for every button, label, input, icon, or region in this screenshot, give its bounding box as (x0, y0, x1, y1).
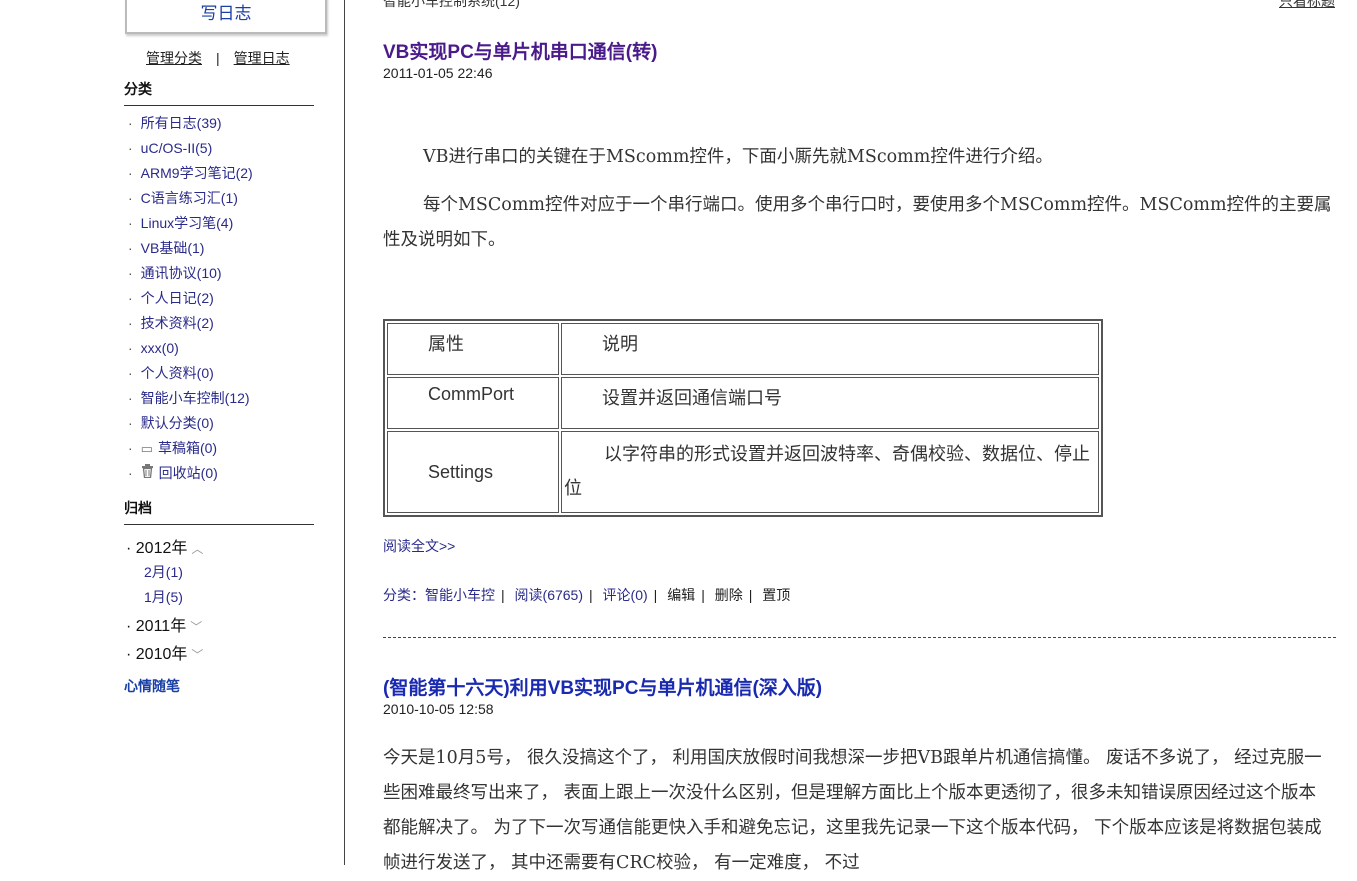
category-item[interactable]: · 技术资料(2) (128, 314, 253, 339)
category-item[interactable]: · 个人资料(0) (128, 364, 253, 389)
category-item[interactable]: · 默认分类(0) (128, 414, 253, 439)
archive-month-feb[interactable]: 2月(1) (144, 562, 183, 582)
table-header-cell: 属性 (387, 323, 559, 375)
cutoff-category-text: 智能小车控制系统(12) (383, 0, 520, 9)
manage-category-link[interactable]: 管理分类 (146, 50, 202, 66)
archive-month-jan[interactable]: 1月(5) (144, 587, 183, 607)
post-paragraph: VB进行串口的关键在于MScomm控件，下面小厮先就MScomm控件进行介绍。 (423, 147, 1053, 167)
category-item[interactable]: · 通讯协议(10) (128, 264, 253, 289)
chevron-down-icon: ﹀ (191, 648, 204, 662)
column-divider (344, 0, 345, 865)
post-divider (383, 637, 1336, 638)
edit-link[interactable]: 编辑 (667, 587, 695, 603)
category-item[interactable]: · 个人日记(2) (128, 289, 253, 314)
table-cell: 以字符串的形式设置并返回波特率、奇偶校验、数据位、停止位 (561, 431, 1099, 513)
category-item[interactable]: · C语言练习汇(1) (128, 189, 253, 214)
write-log-button[interactable]: 写日志 (125, 0, 327, 34)
archive-title: 归档 (124, 498, 314, 525)
table-row: Settings 以字符串的形式设置并返回波特率、奇偶校验、数据位、停止位 (387, 431, 1099, 513)
manage-log-link[interactable]: 管理日志 (234, 50, 290, 66)
post-title[interactable]: (智能第十六天)利用VB实现PC与单片机通信(深入版) (383, 673, 822, 700)
table-cell: Settings (387, 431, 559, 513)
category-item[interactable]: · Linux学习笔(4) (128, 214, 253, 239)
read-count: 阅读(6765) (514, 587, 583, 603)
post-date: 2011-01-05 22:46 (383, 65, 493, 81)
pin-link[interactable]: 置顶 (762, 587, 790, 603)
table-row: CommPort 设置并返回通信端口号 (387, 377, 1099, 429)
post-paragraph: 每个MSComm控件对应于一个串行端口。使用多个串行口时，要使用多个MSComm… (383, 195, 1332, 250)
table-header-cell: 说明 (561, 323, 1099, 375)
archive-year-2011[interactable]: · 2011年 ﹀ (126, 612, 202, 636)
title-only-link[interactable]: 只看标题 (1279, 0, 1335, 11)
category-prefix: 分类： (383, 587, 425, 603)
category-item-drafts[interactable]: · ▭ 草稿箱(0) (128, 439, 253, 464)
delete-link[interactable]: 删除 (715, 587, 743, 603)
category-item[interactable]: · VB基础(1) (128, 239, 253, 264)
comments-link[interactable]: 评论(0) (603, 587, 648, 603)
mood-notes-link[interactable]: 心情随笔 (124, 676, 180, 696)
manage-links: 管理分类 | 管理日志 (146, 48, 290, 68)
table-cell: CommPort (387, 377, 559, 429)
category-list: · 所有日志(39) · uC/OS-II(5) · ARM9学习笔记(2) · C语言… (128, 114, 253, 489)
draft-box-icon: ▭ (140, 441, 153, 456)
category-item[interactable]: · 智能小车控制(12) (128, 389, 253, 414)
chevron-up-icon: ︿ (191, 542, 204, 556)
table-header-row: 属性 说明 (387, 323, 1099, 375)
categories-title: 分类 (124, 79, 314, 106)
table-cell: 设置并返回通信端口号 (561, 377, 1099, 429)
sidebar: 写日志 管理分类 | 管理日志 分类 · 所有日志(39) · uC/OS-II(5) … (0, 0, 344, 865)
post-paragraph: 今天是10月5号， 很久没搞这个了， 利用国庆放假时间我想深一步把VB跟单片机通… (383, 748, 1322, 873)
chevron-down-icon: ﹀ (190, 620, 203, 634)
category-link[interactable]: 智能小车控 (425, 587, 495, 603)
category-item[interactable]: · xxx(0) (128, 339, 253, 364)
category-item[interactable]: · ARM9学习笔记(2) (128, 164, 253, 189)
post-meta: 分类：智能小车控 | 阅读(6765) | 评论(0) | 编辑 | 删除 | 置顶 (383, 587, 791, 603)
manage-separator: | (216, 50, 220, 66)
category-item-recycle[interactable]: · 回收站(0) (128, 464, 253, 489)
archive-year-2010[interactable]: · 2010年 ﹀ (126, 640, 203, 664)
post-title[interactable]: VB实现PC与单片机串口通信(转) (383, 37, 657, 64)
post-date: 2010-10-05 12:58 (383, 701, 494, 717)
recycle-bin-icon (141, 464, 154, 483)
archive-year-2012[interactable]: · 2012年 ︿ (126, 534, 203, 558)
read-more-link[interactable]: 阅读全文>> (383, 536, 455, 556)
properties-table: 属性 说明 CommPort 设置并返回通信端口号 Settings 以字符串的… (383, 319, 1103, 517)
category-item[interactable]: · uC/OS-II(5) (128, 139, 253, 164)
category-item[interactable]: · 所有日志(39) (128, 114, 253, 139)
